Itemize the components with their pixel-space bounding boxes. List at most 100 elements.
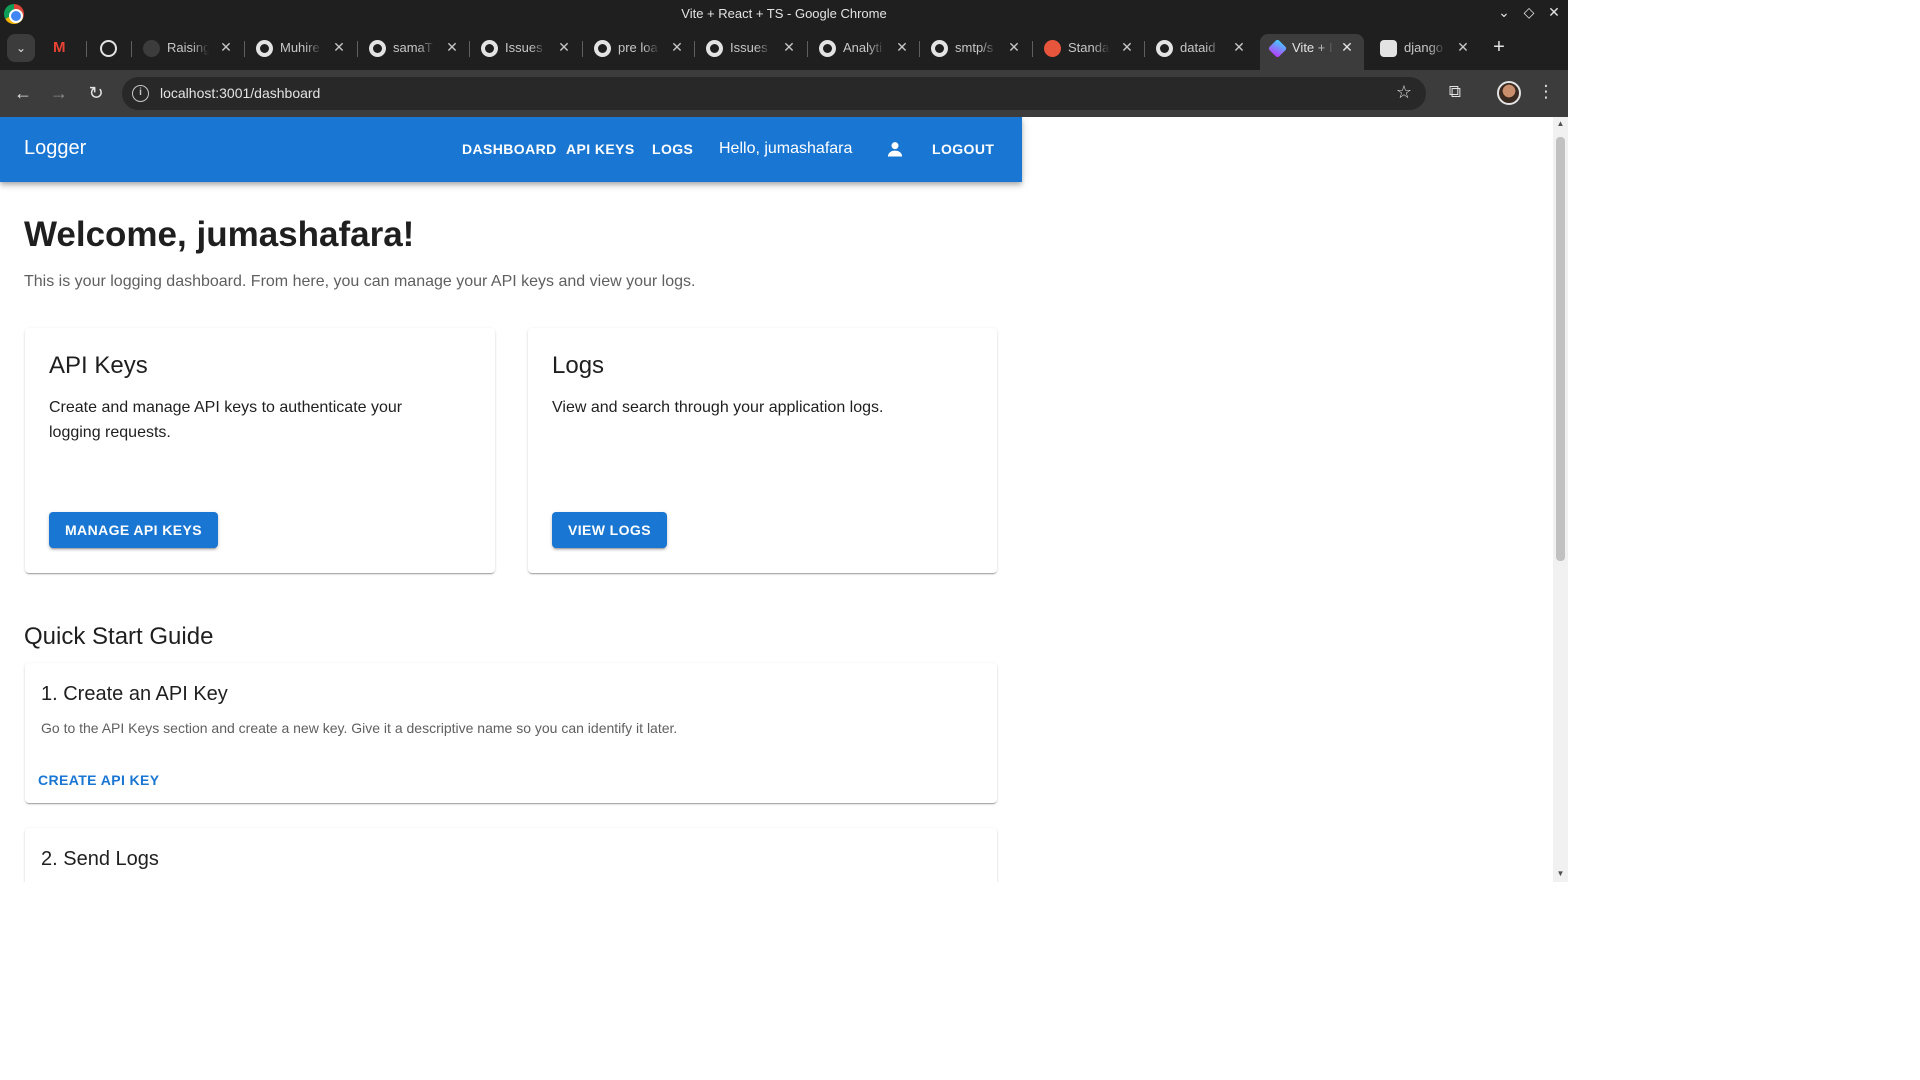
tab-label: Vite + I: [1292, 40, 1333, 55]
site-info-icon[interactable]: i: [132, 85, 149, 102]
view-logs-button[interactable]: VIEW LOGS: [552, 512, 667, 548]
nav-logs[interactable]: LOGS: [652, 141, 693, 157]
tab-django[interactable]: django ✕: [1380, 34, 1470, 64]
logs-card: Logs View and search through your applic…: [528, 328, 997, 573]
tab-issues[interactable]: Issues ✕: [481, 34, 571, 64]
close-tab-icon[interactable]: ✕: [670, 39, 684, 56]
tab-separator: [694, 41, 695, 57]
user-greeting: Hello, jumashafara: [719, 140, 853, 157]
step-card-create-key: 1. Create an API Key Go to the API Keys …: [25, 663, 997, 803]
tab-analytics[interactable]: Analyti ✕: [819, 34, 909, 64]
app-brand[interactable]: Logger: [24, 137, 86, 160]
tab-pre-loa[interactable]: pre loa ✕: [594, 34, 684, 64]
scrollbar-thumb[interactable]: [1556, 137, 1565, 561]
tab-separator: [86, 41, 87, 57]
github-icon: [369, 40, 386, 57]
close-tab-icon[interactable]: ✕: [219, 39, 233, 56]
logout-button[interactable]: LOGOUT: [932, 141, 994, 157]
scroll-down-arrow-icon[interactable]: ▼: [1555, 869, 1566, 879]
extensions-icon[interactable]: ⧉: [1444, 82, 1466, 102]
card-description: View and search through your application…: [552, 399, 884, 416]
quick-start-title: Quick Start Guide: [24, 623, 214, 650]
api-keys-card: API Keys Create and manage API keys to a…: [25, 328, 495, 573]
tab-label: django: [1404, 40, 1444, 55]
nav-api-keys[interactable]: API KEYS: [566, 141, 635, 157]
tab-label: smtp/s: [955, 40, 994, 55]
tab-muhire[interactable]: Muhire ✕: [256, 34, 346, 64]
page-viewport: Logger DASHBOARD API KEYS LOGS Hello, ju…: [0, 117, 1553, 882]
card-title: API Keys: [49, 352, 148, 379]
scroll-up-arrow-icon[interactable]: ▲: [1555, 119, 1566, 129]
red-app-icon: [1044, 40, 1061, 57]
forward-icon[interactable]: →: [46, 81, 72, 107]
close-tab-icon[interactable]: ✕: [332, 39, 346, 56]
manage-api-keys-button[interactable]: MANAGE API KEYS: [49, 512, 218, 548]
url-text[interactable]: localhost:3001/dashboard: [160, 85, 320, 101]
maximize-icon[interactable]: ◇: [1519, 4, 1539, 21]
tab-separator: [131, 41, 132, 57]
close-window-icon[interactable]: ✕: [1544, 4, 1564, 21]
github-icon: [706, 40, 723, 57]
reload-icon[interactable]: ↻: [83, 81, 109, 107]
tab-dataid[interactable]: dataid ✕: [1156, 34, 1246, 64]
tab-raising[interactable]: Raising ✕: [143, 34, 233, 64]
tab-label: Issues: [505, 40, 543, 55]
step-card-send-logs: 2. Send Logs: [25, 828, 997, 882]
tab-label: pre loa: [618, 40, 658, 55]
more-menu-icon[interactable]: ⋮: [1535, 82, 1557, 102]
vite-icon: [1267, 38, 1288, 59]
close-tab-icon[interactable]: ✕: [1340, 39, 1354, 56]
close-tab-icon[interactable]: ✕: [1120, 39, 1134, 56]
close-tab-icon[interactable]: ✕: [895, 39, 909, 56]
tab-openai[interactable]: [100, 34, 122, 64]
django-icon: [1380, 40, 1397, 57]
github-icon: [819, 40, 836, 57]
github-icon: [1156, 40, 1173, 57]
window-title: Vite + React + TS - Google Chrome: [681, 6, 887, 21]
intro-text: This is your logging dashboard. From her…: [24, 273, 696, 290]
tab-label: Raising: [167, 40, 209, 55]
tab-separator: [244, 41, 245, 57]
tab-samat[interactable]: samaT ✕: [369, 34, 459, 64]
github-icon: [481, 40, 498, 57]
back-icon[interactable]: ←: [10, 81, 36, 107]
person-icon[interactable]: [885, 139, 905, 159]
bookmark-star-icon[interactable]: ☆: [1396, 82, 1412, 103]
page-scrollbar[interactable]: ▲ ▼: [1553, 117, 1568, 882]
nav-dashboard[interactable]: DASHBOARD: [462, 141, 557, 157]
tab-separator: [1032, 41, 1033, 57]
browser-toolbar: ← → ↻ i localhost:3001/dashboard ☆ ⧉ ⋮: [0, 70, 1568, 117]
tab-strip: ⌄ Raising ✕ Muhire ✕ samaT ✕ Issues ✕ pr…: [0, 28, 1568, 70]
tab-label: Standa: [1068, 40, 1110, 55]
tab-vite-active[interactable]: Vite + I ✕: [1260, 34, 1364, 70]
tab-label: Issues: [730, 40, 768, 55]
close-tab-icon[interactable]: ✕: [1232, 39, 1246, 56]
close-tab-icon[interactable]: ✕: [557, 39, 571, 56]
address-bar[interactable]: i localhost:3001/dashboard ☆: [122, 77, 1426, 110]
gmail-icon: [52, 39, 69, 57]
close-tab-icon[interactable]: ✕: [1456, 39, 1470, 56]
loading-icon: [143, 40, 160, 57]
browser-title-bar: Vite + React + TS - Google Chrome ⌄ ◇ ✕: [0, 0, 1568, 28]
tab-separator: [919, 41, 920, 57]
page-title: Welcome, jumashafara!: [24, 215, 415, 254]
step-title: 1. Create an API Key: [41, 683, 228, 705]
tab-separator: [357, 41, 358, 57]
close-tab-icon[interactable]: ✕: [445, 39, 459, 56]
close-tab-icon[interactable]: ✕: [1007, 39, 1021, 56]
tab-label: Muhire: [280, 40, 320, 55]
card-description: Create and manage API keys to authentica…: [49, 399, 403, 441]
new-tab-icon[interactable]: +: [1489, 36, 1509, 59]
tab-smtp[interactable]: smtp/s ✕: [931, 34, 1021, 64]
tab-issues-2[interactable]: Issues ✕: [706, 34, 796, 64]
profile-avatar[interactable]: [1497, 81, 1521, 105]
tab-label: samaT: [393, 40, 433, 55]
tab-standard[interactable]: Standa ✕: [1044, 34, 1134, 64]
minimize-icon[interactable]: ⌄: [1494, 4, 1514, 21]
create-api-key-button[interactable]: CREATE API KEY: [38, 772, 160, 788]
openai-icon: [100, 40, 117, 57]
tab-search-dropdown-icon[interactable]: ⌄: [7, 34, 35, 62]
close-tab-icon[interactable]: ✕: [782, 39, 796, 56]
tab-gmail[interactable]: [52, 34, 74, 64]
github-icon: [594, 40, 611, 57]
